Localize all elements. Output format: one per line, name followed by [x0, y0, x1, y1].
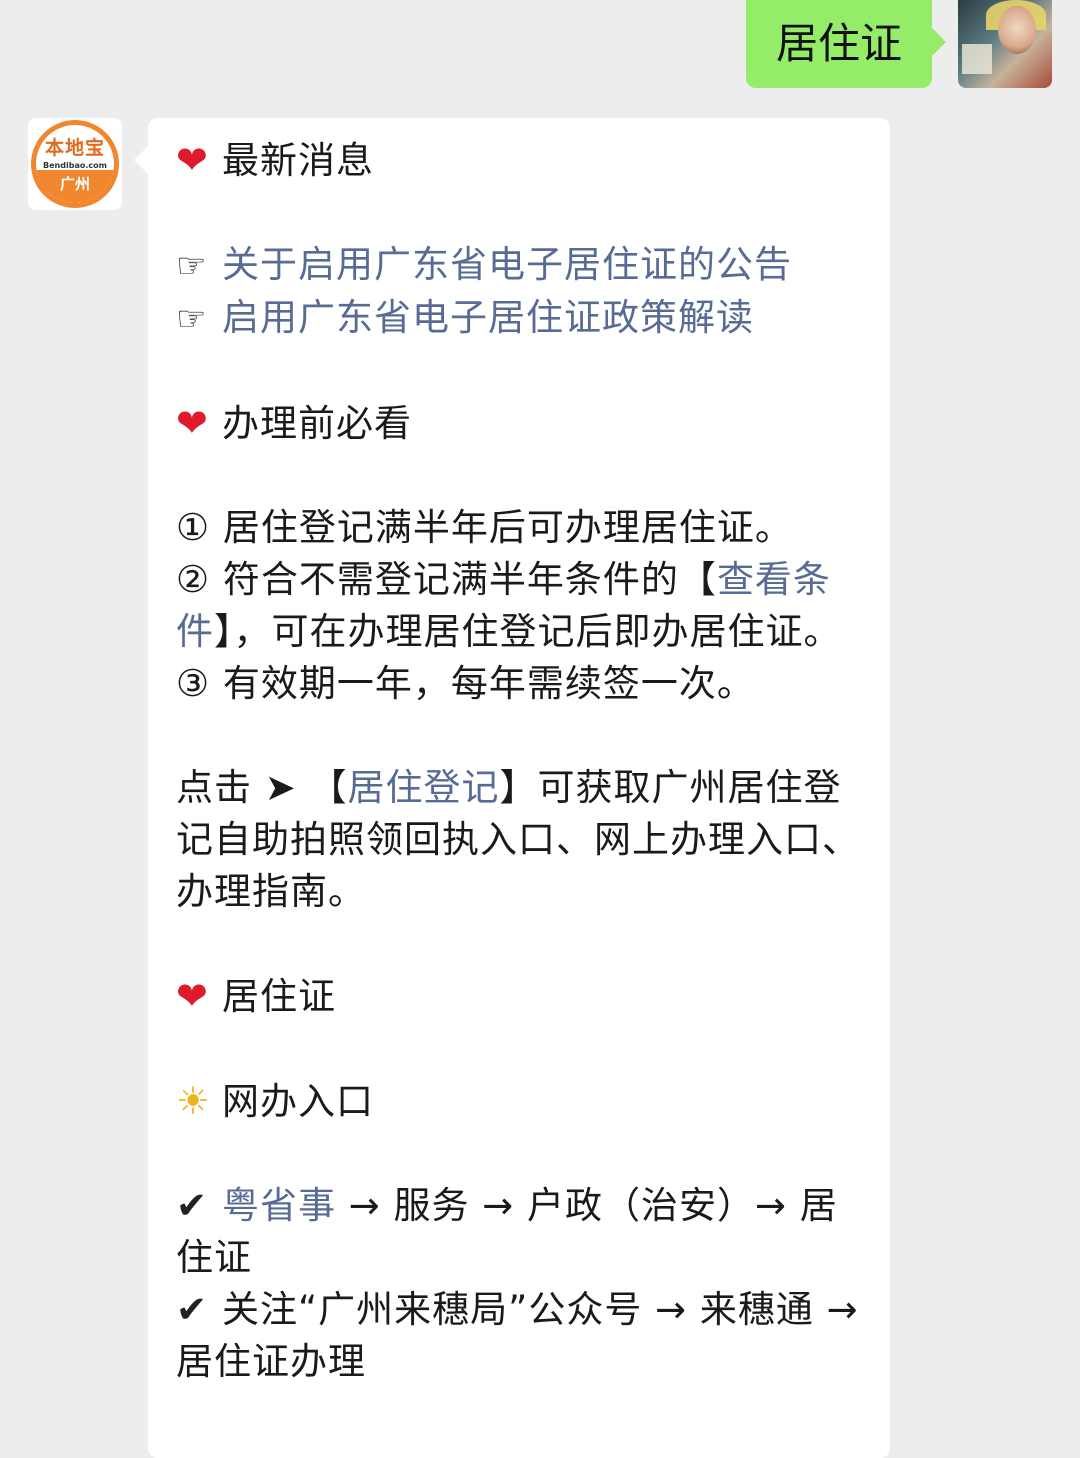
- online-entry-1: ✔ 粤省事 → 服务 → 户政（治安）→ 居住证: [176, 1180, 866, 1284]
- click-registration-paragraph: 点击 ➤ 【居住登记】可获取广州居住登记自助拍照领回执入口、网上办理入口、办理指…: [176, 762, 866, 918]
- item-2: ② 符合不需登记满半年条件的【查看条件】，可在办理居住登记后即办居住证。: [176, 554, 866, 658]
- online-heading-line: ☀ 网办入口: [176, 1075, 866, 1128]
- prep-heading: 办理前必看: [222, 402, 412, 445]
- permit-heading-line: ❤ 居住证: [176, 970, 866, 1023]
- news-link-line-1: ☞ 关于启用广东省电子居住证的公告: [176, 239, 866, 292]
- message-content: ❤ 最新消息 ☞ 关于启用广东省电子居住证的公告 ☞ 启用广东省电子居住证政策解读 ❤…: [176, 134, 866, 1388]
- prep-heading-line: ❤ 办理前必看: [176, 397, 866, 450]
- yueshengshi-link[interactable]: 粤省事: [222, 1184, 336, 1227]
- heart-icon: ❤: [176, 974, 209, 1018]
- item-3: ③ 有效期一年，每年需续签一次。: [176, 662, 755, 705]
- outgoing-message-row: 居住证: [745, 0, 1052, 88]
- pointing-hand-icon: ☞: [176, 246, 208, 286]
- outgoing-message-bubble[interactable]: 居住证: [745, 0, 947, 88]
- pointing-hand-icon: ☞: [176, 299, 208, 339]
- logo-title: 本地宝: [44, 137, 105, 159]
- online-entry-2: ✔ 关注“广州来穗局”公众号 → 来穗通 → 居住证办理: [176, 1284, 866, 1388]
- click-prefix: 点击 ➤ 【: [176, 766, 348, 809]
- check-icon: ✔: [176, 1288, 209, 1331]
- news-link-2[interactable]: 启用广东省电子居住证政策解读: [222, 296, 754, 339]
- item-1: ① 居住登记满半年后可办理居住证。: [176, 506, 793, 549]
- avatar-poster-shape: [962, 44, 992, 74]
- news-heading: 最新消息: [222, 139, 374, 182]
- permit-heading: 居住证: [222, 975, 336, 1018]
- online-entry-2-text: 关注“广州来穗局”公众号 → 来穗通 → 居住证办理: [176, 1288, 859, 1383]
- avatar-face-shape: [998, 6, 1036, 54]
- incoming-message-bubble: ❤ 最新消息 ☞ 关于启用广东省电子居住证的公告 ☞ 启用广东省电子居住证政策解读 ❤…: [134, 118, 890, 1458]
- official-account-avatar[interactable]: 本地宝 Bendibao.com 广州: [28, 118, 122, 210]
- heart-icon: ❤: [176, 401, 209, 445]
- sun-icon: ☀: [176, 1079, 212, 1123]
- item-2-suffix: 】，可在办理居住登记后即办居住证。: [214, 610, 842, 653]
- user-avatar[interactable]: [958, 0, 1052, 88]
- item-2-prefix: ② 符合不需登记满半年条件的【: [176, 558, 717, 601]
- check-icon: ✔: [176, 1184, 209, 1227]
- news-link-1[interactable]: 关于启用广东省电子居住证的公告: [222, 243, 792, 286]
- residence-registration-link[interactable]: 居住登记: [348, 766, 500, 809]
- news-heading-line: ❤ 最新消息: [176, 134, 866, 187]
- bendibao-logo: 本地宝 Bendibao.com 广州: [31, 120, 119, 208]
- online-heading: 网办入口: [222, 1080, 374, 1123]
- heart-icon: ❤: [176, 138, 209, 182]
- logo-city: 广州: [36, 170, 114, 203]
- logo-domain: Bendibao.com: [43, 161, 107, 170]
- news-link-line-2: ☞ 启用广东省电子居住证政策解读: [176, 292, 866, 345]
